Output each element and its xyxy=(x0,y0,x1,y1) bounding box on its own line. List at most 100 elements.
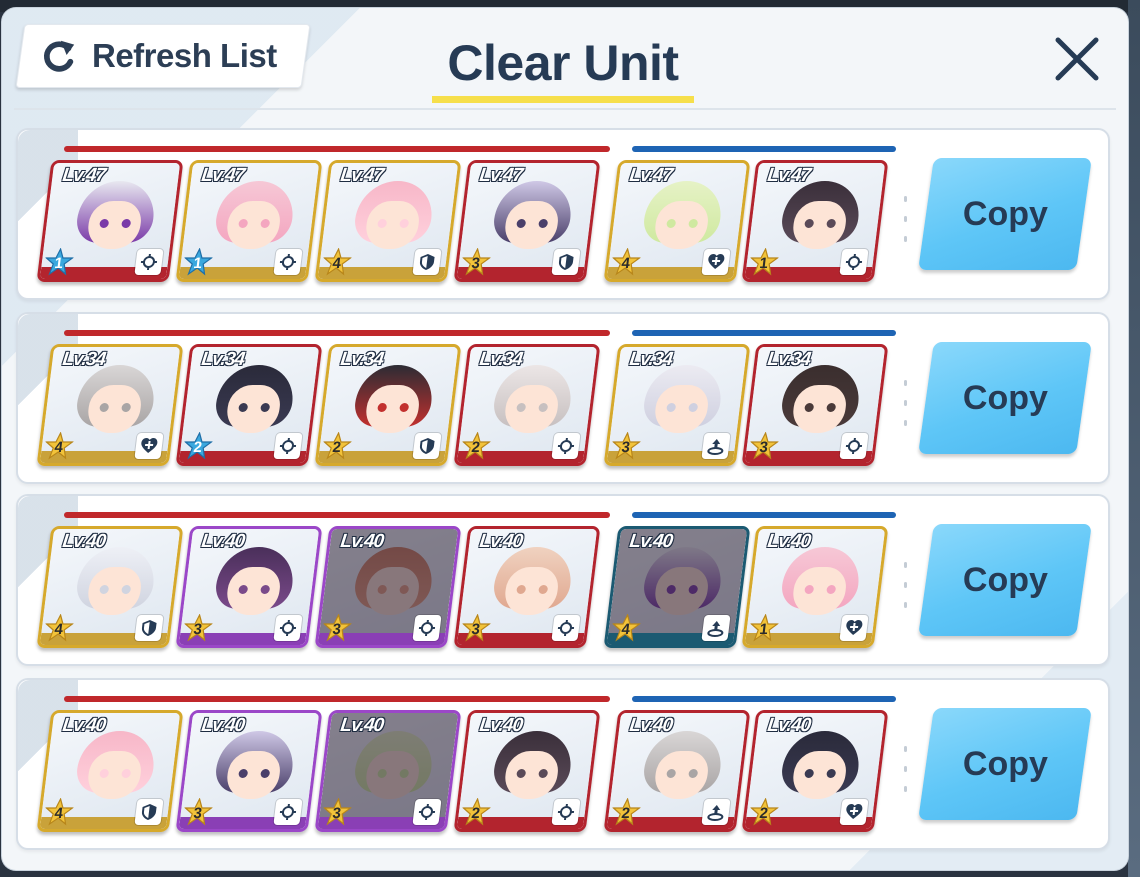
unit-level: Lv.34 xyxy=(339,349,385,370)
star-icon: 3 xyxy=(460,614,492,642)
special-unit-card[interactable]: Lv.34 3 xyxy=(603,344,751,466)
separator-dot xyxy=(903,766,907,772)
refresh-list-label: Refresh List xyxy=(92,37,277,74)
heal-icon xyxy=(701,249,731,275)
striker-group-bar xyxy=(64,146,610,152)
heal-icon xyxy=(839,615,869,641)
special-unit-card[interactable]: Lv.40 1 xyxy=(741,526,889,648)
refresh-list-button[interactable]: Refresh List xyxy=(20,24,306,88)
team-row: Lv.40 4 Lv.40 3 Lv.40 3 Lv.40 2 Lv.40 2 Lv.40 2 Copy xyxy=(16,678,1110,850)
unit-level: Lv.47 xyxy=(200,165,246,186)
unit-level: Lv.47 xyxy=(628,165,674,186)
clear-unit-dialog: Refresh List Clear Unit Lv.47 1 Lv.47 1 Lv.4… xyxy=(2,8,1128,870)
striker-unit-card[interactable]: Lv.47 1 xyxy=(36,160,184,282)
special-unit-card[interactable]: Lv.40 4 xyxy=(603,526,751,648)
shield-icon xyxy=(412,433,442,459)
team-row: Lv.47 1 Lv.47 1 Lv.47 4 Lv.47 3 Lv.47 4 Lv.47 1 Copy xyxy=(16,128,1110,300)
shield-icon xyxy=(134,799,164,825)
crosshair-icon xyxy=(273,433,303,459)
striker-unit-card[interactable]: Lv.40 4 xyxy=(36,710,184,832)
shield-icon xyxy=(134,615,164,641)
close-icon[interactable] xyxy=(1050,32,1104,86)
unit-level: Lv.34 xyxy=(478,349,524,370)
striker-unit-card[interactable]: Lv.47 4 xyxy=(314,160,462,282)
unit-level: Lv.34 xyxy=(628,349,674,370)
shield-icon xyxy=(551,249,581,275)
striker-unit-card[interactable]: Lv.34 2 xyxy=(314,344,462,466)
star-icon: 4 xyxy=(610,614,642,642)
star-icon: 2 xyxy=(460,798,492,826)
special-unit-card[interactable]: Lv.40 2 xyxy=(603,710,751,832)
unit-level: Lv.47 xyxy=(766,165,812,186)
unit-level: Lv.40 xyxy=(628,531,674,552)
heal-icon xyxy=(134,433,164,459)
unit-level: Lv.47 xyxy=(478,165,524,186)
striker-unit-card[interactable]: Lv.34 4 xyxy=(36,344,184,466)
refresh-icon xyxy=(44,40,75,72)
star-icon: 4 xyxy=(43,614,75,642)
special-unit-card[interactable]: Lv.47 1 xyxy=(741,160,889,282)
striker-unit-card[interactable]: Lv.40 2 xyxy=(453,710,601,832)
special-unit-card[interactable]: Lv.34 3 xyxy=(741,344,889,466)
crosshair-icon xyxy=(273,615,303,641)
striker-unit-card[interactable]: Lv.40 4 xyxy=(36,526,184,648)
star-icon: 3 xyxy=(460,248,492,276)
star-icon: 1 xyxy=(43,248,75,276)
game-backdrop-right xyxy=(1128,0,1140,877)
separator-dot xyxy=(903,582,907,588)
star-icon: 1 xyxy=(748,614,780,642)
unit-level: Lv.40 xyxy=(339,531,385,552)
star-icon: 4 xyxy=(610,248,642,276)
striker-unit-card[interactable]: Lv.40 3 xyxy=(453,526,601,648)
separator-dot xyxy=(903,380,907,386)
copy-button[interactable]: Copy xyxy=(918,158,1092,270)
striker-unit-card[interactable]: Lv.47 3 xyxy=(453,160,601,282)
copy-label: Copy xyxy=(962,194,1048,233)
copy-button[interactable]: Copy xyxy=(918,524,1092,636)
copy-button[interactable]: Copy xyxy=(918,342,1092,454)
star-icon: 2 xyxy=(748,798,780,826)
star-icon: 4 xyxy=(43,798,75,826)
unit-level: Lv.40 xyxy=(478,715,524,736)
striker-unit-card[interactable]: Lv.40 3 xyxy=(314,710,462,832)
separator-dots xyxy=(902,380,908,426)
unit-level: Lv.40 xyxy=(61,715,107,736)
unit-level: Lv.40 xyxy=(766,715,812,736)
striker-group-bar xyxy=(64,512,610,518)
separator-dots xyxy=(902,562,908,608)
dialog-title: Clear Unit xyxy=(447,35,679,91)
separator-dot xyxy=(903,236,907,242)
unit-level: Lv.40 xyxy=(478,531,524,552)
crosshair-icon xyxy=(134,249,164,275)
separator-dot xyxy=(903,196,907,202)
team-row: Lv.34 4 Lv.34 2 Lv.34 2 Lv.34 2 Lv.34 3 Lv.34 3 Copy xyxy=(16,312,1110,484)
copy-button[interactable]: Copy xyxy=(918,708,1092,820)
copy-label: Copy xyxy=(962,378,1048,417)
striker-unit-card[interactable]: Lv.34 2 xyxy=(175,344,323,466)
separator-dots xyxy=(902,196,908,242)
heal-icon xyxy=(839,799,869,825)
star-icon: 2 xyxy=(460,432,492,460)
striker-unit-card[interactable]: Lv.47 1 xyxy=(175,160,323,282)
unit-level: Lv.40 xyxy=(766,531,812,552)
unit-level: Lv.40 xyxy=(339,715,385,736)
striker-unit-card[interactable]: Lv.34 2 xyxy=(453,344,601,466)
special-group-bar xyxy=(632,146,896,152)
header-divider xyxy=(14,108,1116,110)
dialog-header: Refresh List Clear Unit xyxy=(2,8,1128,104)
crosshair-icon xyxy=(551,799,581,825)
special-unit-card[interactable]: Lv.47 4 xyxy=(603,160,751,282)
shield-icon xyxy=(412,249,442,275)
star-icon: 3 xyxy=(182,614,214,642)
striker-unit-card[interactable]: Lv.40 3 xyxy=(175,526,323,648)
support-icon xyxy=(701,615,731,641)
support-icon xyxy=(701,433,731,459)
star-icon: 3 xyxy=(748,432,780,460)
crosshair-icon xyxy=(412,799,442,825)
separator-dot xyxy=(903,602,907,608)
separator-dots xyxy=(902,746,908,792)
copy-label: Copy xyxy=(962,560,1048,599)
striker-unit-card[interactable]: Lv.40 3 xyxy=(175,710,323,832)
special-unit-card[interactable]: Lv.40 2 xyxy=(741,710,889,832)
striker-unit-card[interactable]: Lv.40 3 xyxy=(314,526,462,648)
